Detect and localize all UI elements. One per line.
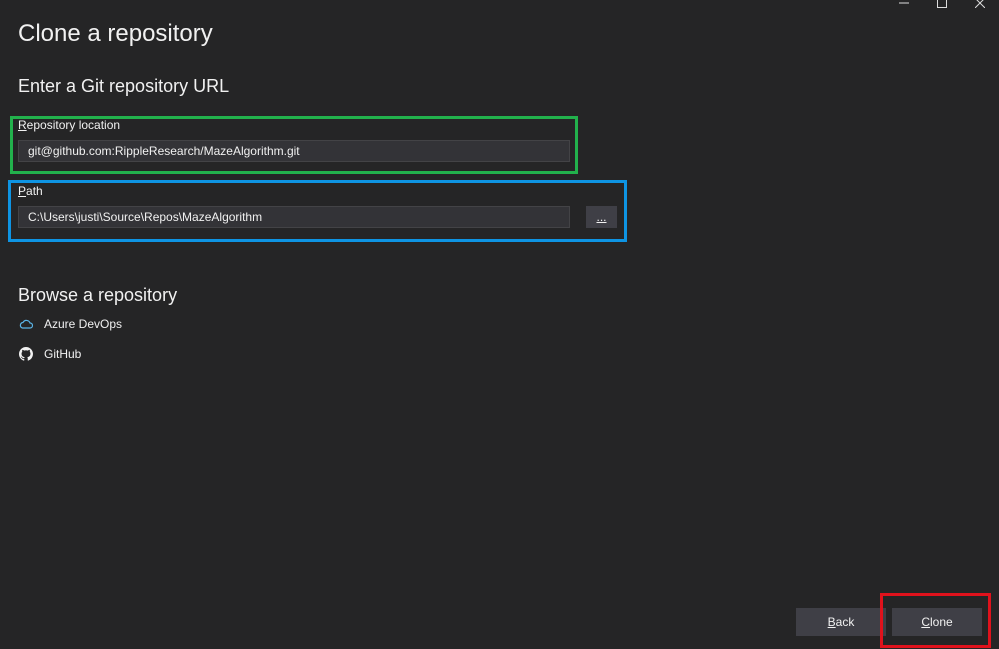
- back-label-accel: B: [827, 615, 836, 629]
- path-label-rest: ath: [26, 184, 43, 198]
- repo-location-input[interactable]: [18, 140, 570, 162]
- clone-button[interactable]: Clone: [892, 608, 982, 636]
- back-button[interactable]: Back: [796, 608, 886, 636]
- repo-label-rest: epository location: [26, 118, 121, 132]
- browse-folder-button[interactable]: ...: [586, 206, 617, 228]
- maximize-icon: [937, 0, 947, 8]
- browse-item-github[interactable]: GitHub: [18, 346, 81, 362]
- clone-label-accel: C: [921, 615, 930, 629]
- url-section-heading: Enter a Git repository URL: [18, 76, 230, 96]
- window-controls: [885, 0, 999, 8]
- browse-folder-label: ...: [596, 210, 607, 224]
- maximize-button[interactable]: [923, 0, 961, 8]
- browse-item-label: GitHub: [44, 347, 82, 361]
- back-label-rest: ack: [835, 615, 855, 629]
- minimize-button[interactable]: [885, 0, 923, 8]
- close-button[interactable]: [961, 0, 999, 8]
- minimize-icon: [899, 2, 909, 4]
- browse-section-heading: Browse a repository: [18, 285, 178, 305]
- repo-location-label: Repository location: [18, 118, 120, 132]
- browse-item-azure-devops[interactable]: Azure DevOps: [18, 316, 122, 332]
- page-title: Clone a repository: [18, 20, 213, 47]
- browse-item-label: Azure DevOps: [44, 317, 123, 331]
- path-label: Path: [18, 184, 43, 198]
- clone-label-rest: lone: [929, 615, 953, 629]
- path-label-accel: P: [18, 184, 27, 198]
- github-icon: [18, 346, 34, 362]
- cloud-icon: [18, 316, 34, 332]
- path-input[interactable]: [18, 206, 570, 228]
- close-icon: [975, 0, 985, 8]
- repo-label-accel: R: [18, 118, 27, 132]
